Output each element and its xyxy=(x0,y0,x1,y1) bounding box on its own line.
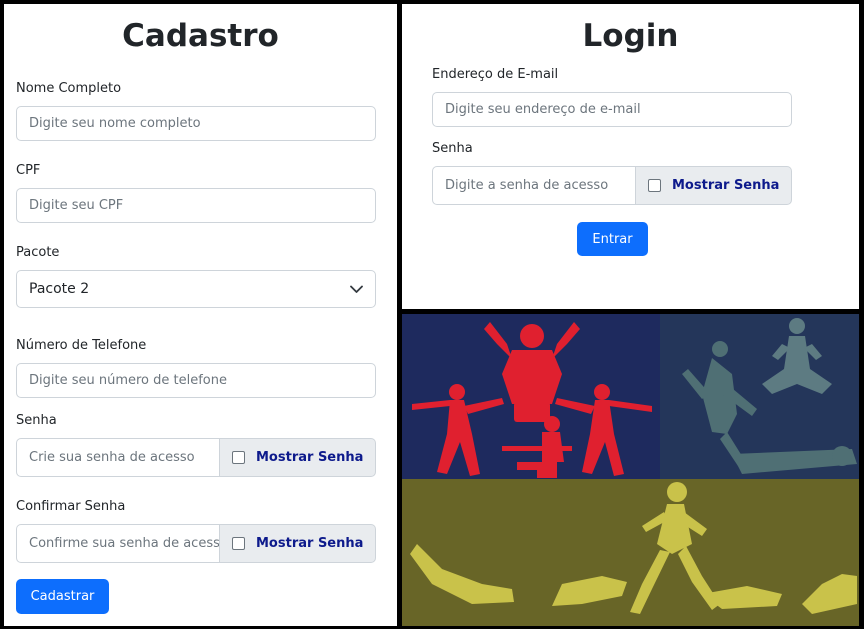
confirm-password-placeholder: Confirme sua senha de acesso xyxy=(29,536,220,551)
cadastrar-button[interactable]: Cadastrar xyxy=(16,579,109,614)
show-confirm-password-toggle[interactable]: Mostrar Senha xyxy=(220,524,376,563)
login-title: Login xyxy=(582,18,679,54)
cpf-label: CPF xyxy=(16,163,41,178)
full-name-placeholder: Digite seu nome completo xyxy=(29,116,201,131)
confirm-password-group: Confirme sua senha de acesso Mostrar Sen… xyxy=(16,524,376,563)
login-show-password-toggle[interactable]: Mostrar Senha xyxy=(636,166,792,205)
show-confirm-password-label: Mostrar Senha xyxy=(256,536,364,551)
package-selected-value: Pacote 2 xyxy=(29,281,90,297)
login-show-password-checkbox[interactable] xyxy=(648,179,661,192)
package-label: Pacote xyxy=(16,245,60,260)
show-password-checkbox[interactable] xyxy=(232,451,245,464)
password-input[interactable]: Crie sua senha de acesso xyxy=(16,438,220,477)
confirm-password-label: Confirmar Senha xyxy=(16,499,126,514)
email-placeholder: Digite seu endereço de e-mail xyxy=(445,102,641,117)
phone-label: Número de Telefone xyxy=(16,338,147,353)
full-name-input[interactable]: Digite seu nome completo xyxy=(16,106,376,141)
show-password-label: Mostrar Senha xyxy=(256,450,364,465)
password-label: Senha xyxy=(16,413,57,428)
package-select[interactable]: Pacote 2 xyxy=(16,270,376,308)
cadastro-panel: Cadastro Nome Completo Digite seu nome c… xyxy=(4,4,397,626)
login-password-placeholder: Digite a senha de acesso xyxy=(445,178,609,193)
show-confirm-password-checkbox[interactable] xyxy=(232,537,245,550)
login-panel: Login Endereço de E-mail Digite seu ende… xyxy=(402,4,859,309)
login-password-input[interactable]: Digite a senha de acesso xyxy=(432,166,636,205)
login-show-password-label: Mostrar Senha xyxy=(672,178,780,193)
entrar-button[interactable]: Entrar xyxy=(577,222,648,256)
login-password-label: Senha xyxy=(432,141,473,156)
password-placeholder: Crie sua senha de acesso xyxy=(29,450,195,465)
login-password-group: Digite a senha de acesso Mostrar Senha xyxy=(432,166,792,205)
cpf-input[interactable]: Digite seu CPF xyxy=(16,188,376,223)
confirm-password-input[interactable]: Confirme sua senha de acesso xyxy=(16,524,220,563)
fitness-banner-image xyxy=(402,314,859,626)
password-group: Crie sua senha de acesso Mostrar Senha xyxy=(16,438,376,477)
cadastro-title: Cadastro xyxy=(122,18,279,54)
full-name-label: Nome Completo xyxy=(16,81,122,96)
show-password-toggle[interactable]: Mostrar Senha xyxy=(220,438,376,477)
phone-input[interactable]: Digite seu número de telefone xyxy=(16,363,376,398)
email-label: Endereço de E-mail xyxy=(432,67,559,82)
email-input[interactable]: Digite seu endereço de e-mail xyxy=(432,92,792,127)
cpf-placeholder: Digite seu CPF xyxy=(29,198,124,213)
phone-placeholder: Digite seu número de telefone xyxy=(29,373,227,388)
chevron-down-icon xyxy=(349,282,363,296)
